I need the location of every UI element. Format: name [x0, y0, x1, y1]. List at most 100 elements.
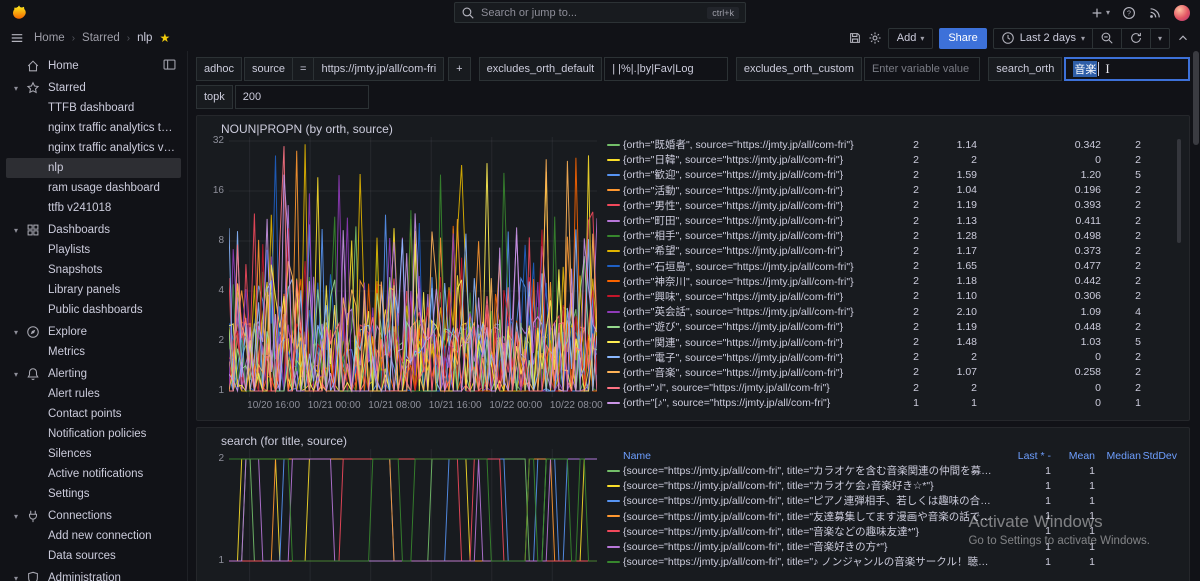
sidebar-item-ttfb-v241018[interactable]: ttfb v241018 — [6, 198, 181, 218]
legend-row[interactable]: {source="https://jmty.jp/all/com-fri", t… — [607, 509, 1181, 524]
series-name[interactable]: {orth="相手", source="https://jmty.jp/all/… — [623, 228, 875, 243]
variable-input[interactable]: Enter variable value — [864, 57, 980, 81]
sidebar-item-settings[interactable]: Settings — [6, 484, 181, 504]
share-button[interactable]: Share — [939, 28, 986, 49]
series-name[interactable]: {orth="石垣島", source="https://jmty.jp/all… — [623, 259, 875, 274]
legend-row[interactable]: {orth="歓迎", source="https://jmty.jp/all/… — [607, 167, 1181, 182]
sidebar-item-snapshots[interactable]: Snapshots — [6, 260, 181, 280]
series-name[interactable]: {orth="男性", source="https://jmty.jp/all/… — [623, 198, 875, 213]
series-name[interactable]: {orth="既婚者", source="https://jmty.jp/all… — [623, 137, 875, 152]
sidebar-item-add-new-connection[interactable]: Add new connection — [6, 526, 181, 546]
legend-row[interactable]: {orth="日韓", source="https://jmty.jp/all/… — [607, 152, 1181, 167]
search-input[interactable]: Search or jump to... ctrl+k — [454, 2, 746, 23]
legend-row[interactable]: {orth="音楽", source="https://jmty.jp/all/… — [607, 365, 1181, 380]
legend-header-stddev[interactable]: StdDev — [1141, 450, 1177, 462]
variable-input[interactable]: | |%|.|by|Fav|Log — [604, 57, 728, 81]
panel-title[interactable]: NOUN|PROPN (by orth, source) — [205, 121, 1181, 137]
sidebar-item-ttfb-dashboard[interactable]: TTFB dashboard — [6, 98, 181, 118]
legend-row[interactable]: {orth="町田", source="https://jmty.jp/all/… — [607, 213, 1181, 228]
timeseries-chart[interactable] — [229, 137, 597, 397]
adhoc-add-filter-button[interactable]: + — [448, 57, 470, 81]
save-dashboard-button[interactable] — [848, 31, 862, 45]
new-menu-button[interactable]: ▾ — [1090, 6, 1110, 20]
breadcrumb-starred[interactable]: Starred — [82, 32, 120, 44]
legend-row[interactable]: {orth="英会話", source="https://jmty.jp/all… — [607, 304, 1181, 319]
sidebar-item-public-dashboards[interactable]: Public dashboards — [6, 300, 181, 320]
legend-row[interactable]: {orth="遊び", source="https://jmty.jp/all/… — [607, 319, 1181, 334]
legend-row[interactable]: {source="https://jmty.jp/all/com-fri", t… — [607, 539, 1181, 554]
series-name[interactable]: {orth="希望", source="https://jmty.jp/all/… — [623, 243, 875, 258]
sidebar-item-nginx-traffic-analytics-v241015[interactable]: nginx traffic analytics v241015 — [6, 138, 181, 158]
adhoc-filter-chip[interactable]: https://jmty.jp/all/com-fri — [313, 57, 444, 81]
panel-search-title[interactable]: search (for title, source) 21 NameLast *… — [196, 427, 1190, 581]
legend-row[interactable]: {orth="関連", source="https://jmty.jp/all/… — [607, 334, 1181, 349]
add-panel-button[interactable]: Add ▾ — [888, 28, 934, 49]
legend-row[interactable]: {orth="既婚者", source="https://jmty.jp/all… — [607, 137, 1181, 152]
breadcrumb-current-dashboard[interactable]: nlp — [137, 32, 152, 44]
legend-header-median[interactable]: Median — [1095, 450, 1141, 462]
chevron-down-icon[interactable]: ▾ — [14, 226, 26, 235]
sidebar-item-data-sources[interactable]: Data sources — [6, 546, 181, 566]
series-name[interactable]: {source="https://jmty.jp/all/com-fri", t… — [623, 554, 993, 569]
sidebar-item-nginx-traffic-analytics-tmp-c[interactable]: nginx traffic analytics tmp C... — [6, 118, 181, 138]
series-name[interactable]: {source="https://jmty.jp/all/com-fri", t… — [623, 493, 993, 508]
series-name[interactable]: {orth="関連", source="https://jmty.jp/all/… — [623, 335, 875, 350]
sidebar-item-home[interactable]: Home — [6, 56, 181, 76]
series-name[interactable]: {orth="町田", source="https://jmty.jp/all/… — [623, 213, 875, 228]
refresh-interval-dropdown[interactable]: ▾ — [1150, 29, 1169, 48]
refresh-button[interactable] — [1121, 29, 1150, 48]
timeseries-plot[interactable]: 21 — [205, 449, 599, 581]
page-scrollbar[interactable] — [1193, 51, 1199, 581]
adhoc-filter-chip[interactable]: source — [244, 57, 292, 81]
sidebar-item-nlp[interactable]: nlp — [6, 158, 181, 178]
legend-row[interactable]: {orth="♪l", source="https://jmty.jp/all/… — [607, 380, 1181, 395]
legend-header-last[interactable]: Last * - — [993, 450, 1051, 462]
sidebar-item-connections[interactable]: ▾Connections — [6, 506, 181, 526]
mega-menu-toggle-button[interactable] — [10, 31, 24, 45]
series-name[interactable]: {orth="遊び", source="https://jmty.jp/all/… — [623, 319, 875, 334]
grafana-logo[interactable] — [10, 4, 28, 22]
series-name[interactable]: {source="https://jmty.jp/all/com-fri", t… — [623, 524, 993, 539]
legend-row[interactable]: {source="https://jmty.jp/all/com-fri", t… — [607, 478, 1181, 493]
series-name[interactable]: {orth="♪l", source="https://jmty.jp/all/… — [623, 382, 875, 394]
legend-row[interactable]: {source="https://jmty.jp/all/com-fri", t… — [607, 554, 1181, 569]
sidebar-item-playlists[interactable]: Playlists — [6, 240, 181, 260]
chevron-down-icon[interactable]: ▾ — [14, 512, 26, 521]
series-name[interactable]: {orth="神奈川", source="https://jmty.jp/all… — [623, 274, 875, 289]
legend-row[interactable]: {source="https://jmty.jp/all/com-fri", t… — [607, 463, 1181, 478]
help-button[interactable]: ? — [1122, 6, 1136, 20]
favorite-star-icon[interactable]: ★ — [159, 32, 170, 44]
dock-menu-button[interactable] — [162, 57, 177, 72]
breadcrumb-home[interactable]: Home — [34, 32, 65, 44]
chevron-down-icon[interactable]: ▾ — [14, 84, 26, 93]
sidebar-item-dashboards[interactable]: ▾Dashboards — [6, 220, 181, 240]
sidebar-item-explore[interactable]: ▾Explore — [6, 322, 181, 342]
legend-row[interactable]: {source="https://jmty.jp/all/com-fri", t… — [607, 493, 1181, 508]
chevron-down-icon[interactable]: ▾ — [14, 370, 26, 379]
series-name[interactable]: {orth="歓迎", source="https://jmty.jp/all/… — [623, 167, 875, 182]
series-name[interactable]: {orth="音楽", source="https://jmty.jp/all/… — [623, 365, 875, 380]
panel-title[interactable]: search (for title, source) — [205, 433, 1181, 449]
sidebar-item-active-notifications[interactable]: Active notifications — [6, 464, 181, 484]
user-avatar[interactable] — [1174, 5, 1190, 21]
series-name[interactable]: {orth="興味", source="https://jmty.jp/all/… — [623, 289, 875, 304]
sidebar-item-contact-points[interactable]: Contact points — [6, 404, 181, 424]
legend-row[interactable]: {orth="活動", source="https://jmty.jp/all/… — [607, 183, 1181, 198]
legend-row[interactable]: {orth="神奈川", source="https://jmty.jp/all… — [607, 274, 1181, 289]
zoom-out-button[interactable] — [1092, 29, 1121, 48]
dashboard-settings-button[interactable] — [868, 31, 882, 45]
series-name[interactable]: {source="https://jmty.jp/all/com-fri", t… — [623, 539, 993, 554]
variable-input[interactable]: 200 — [235, 85, 369, 109]
legend-row[interactable]: {source="https://jmty.jp/all/com-fri", t… — [607, 524, 1181, 539]
legend-scrollbar[interactable] — [1177, 139, 1181, 243]
series-name[interactable]: {orth="英会話", source="https://jmty.jp/all… — [623, 304, 875, 319]
series-name[interactable]: {source="https://jmty.jp/all/com-fri", t… — [623, 509, 993, 524]
timeseries-plot[interactable]: 32168421 10/20 16:0010/21 00:0010/21 08:… — [205, 137, 599, 414]
news-button[interactable] — [1148, 6, 1162, 20]
legend-row[interactable]: {orth="男性", source="https://jmty.jp/all/… — [607, 198, 1181, 213]
chevron-down-icon[interactable]: ▾ — [14, 574, 26, 581]
series-name[interactable]: {orth="活動", source="https://jmty.jp/all/… — [623, 183, 875, 198]
series-name[interactable]: {orth="電子", source="https://jmty.jp/all/… — [623, 350, 875, 365]
series-name[interactable]: {orth="[♪", source="https://jmty.jp/all/… — [623, 397, 875, 409]
timeseries-chart[interactable] — [229, 449, 597, 581]
